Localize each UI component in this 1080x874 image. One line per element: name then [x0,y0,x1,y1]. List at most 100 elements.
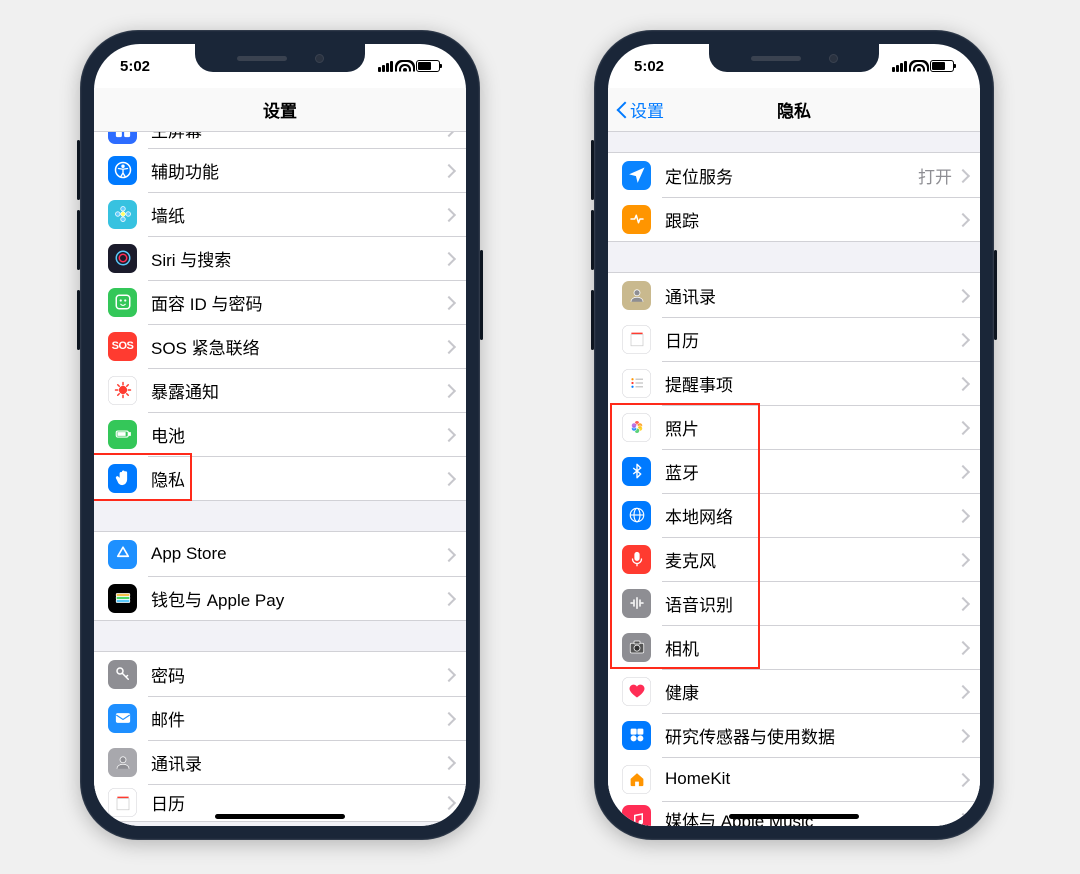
virus-icon [108,376,137,405]
chevron-right-icon [958,773,966,786]
chevron-right-icon [444,252,452,265]
row-sos[interactable]: SOSSOS 紧急联络 [94,324,466,368]
chevron-right-icon [958,213,966,226]
row-homekit[interactable]: HomeKit [608,757,980,801]
row-contacts[interactable]: 通讯录 [94,740,466,784]
row-label: 麦克风 [665,547,958,572]
photos-icon [622,413,651,442]
back-button[interactable]: 设置 [616,88,664,131]
row-label: 定位服务 [665,163,918,188]
chevron-right-icon [444,796,452,809]
cell-signal-icon [378,61,393,72]
chevron-right-icon [958,333,966,346]
row-location[interactable]: 定位服务打开 [608,153,980,197]
row-photos[interactable]: 照片 [608,405,980,449]
row-bluetooth[interactable]: 蓝牙 [608,449,980,493]
loc-icon [622,161,651,190]
row-label: 相机 [665,635,958,660]
row-mail[interactable]: 邮件 [94,696,466,740]
chevron-right-icon [444,384,452,397]
row-tracking[interactable]: 跟踪 [608,197,980,241]
row-battery[interactable]: 电池 [94,412,466,456]
home-indicator[interactable] [729,814,859,819]
row-label: 主屏幕 [151,132,444,142]
row-wallpaper[interactable]: 墙纸 [94,192,466,236]
siri-icon [108,244,137,273]
chevron-right-icon [958,685,966,698]
chevron-right-icon [444,208,452,221]
row-label: 语音识别 [665,591,958,616]
mail-icon [108,704,137,733]
bt-icon [622,457,651,486]
screen-left: 5:02 设置 主屏幕辅助功能墙纸Siri 与搜索面容 ID 与密码SOSSOS… [94,44,466,826]
heart-icon [622,677,651,706]
chevron-right-icon [958,377,966,390]
chevron-right-icon [444,472,452,485]
row-label: 面容 ID 与密码 [151,290,444,315]
row-label: 隐私 [151,466,444,491]
chevron-right-icon [958,553,966,566]
chevron-right-icon [444,756,452,769]
home-indicator[interactable] [215,814,345,819]
row-wallet[interactable]: 钱包与 Apple Pay [94,576,466,620]
row-homescreen[interactable]: 主屏幕 [94,132,466,148]
row-research[interactable]: 研究传感器与使用数据 [608,713,980,757]
row-contacts2[interactable]: 通讯录 [608,273,980,317]
row-localnet[interactable]: 本地网络 [608,493,980,537]
row-label: Siri 与搜索 [151,246,444,271]
row-speech[interactable]: 语音识别 [608,581,980,625]
settings-list[interactable]: 主屏幕辅助功能墙纸 Siri 与搜索面容 ID 与密码 SOSSOS 紧急联络暴露通… [94,132,466,826]
row-label: 辅助功能 [151,158,444,183]
row-label: 邮件 [151,706,444,731]
chevron-right-icon [958,509,966,522]
row-camera[interactable]: 相机 [608,625,980,669]
row-label: 密码 [151,662,444,687]
status-time: 5:02 [634,58,664,75]
flower-icon [108,200,137,229]
row-appstore[interactable]: App Store [94,532,466,576]
access-icon [108,156,137,185]
nav-bar: 设置 隐私 [608,88,980,132]
row-reminders[interactable]: 提醒事项 [608,361,980,405]
row-faceid[interactable]: 面容 ID 与密码 [94,280,466,324]
key-icon [108,660,137,689]
row-label: 暴露通知 [151,378,444,403]
grid-icon [108,132,137,144]
hand-icon [108,464,137,493]
chevron-right-icon [958,641,966,654]
row-mic[interactable]: 麦克风 [608,537,980,581]
row-privacy[interactable]: 隐私 [94,456,466,500]
privacy-list[interactable]: 定位服务打开跟踪通讯录1日历提醒事项照片蓝牙本地网络麦克风语音识别相机健康研究传… [608,132,980,826]
row-passwords[interactable]: 密码 [94,652,466,696]
contacts-icon [108,748,137,777]
back-label: 设置 [630,97,664,122]
chevron-right-icon [444,668,452,681]
battery-icon [416,60,440,72]
row-health[interactable]: 健康 [608,669,980,713]
chevron-right-icon [444,592,452,605]
row-exposure[interactable]: 暴露通知 [94,368,466,412]
phone-frame-right: 5:02 设置 隐私 定位服务打开跟踪通讯录1日历提醒事项照片蓝牙本地网络麦克风… [594,30,994,840]
chevron-right-icon [444,548,452,561]
battery-icon [108,420,137,449]
row-label: 健康 [665,679,958,704]
globe-icon [622,501,651,530]
chevron-left-icon [616,100,628,120]
wifi-icon [911,61,926,72]
notch [709,44,879,72]
status-indicators [892,60,954,72]
page-title: 隐私 [777,97,811,122]
row-label: 蓝牙 [665,459,958,484]
camera-icon [622,633,651,662]
chevron-right-icon [444,712,452,725]
row-siri[interactable]: Siri 与搜索 [94,236,466,280]
page-title: 设置 [263,97,297,122]
chevron-right-icon [958,813,966,826]
battery-icon [930,60,954,72]
list-icon [622,369,651,398]
row-accessibility[interactable]: 辅助功能 [94,148,466,192]
row-calendar2[interactable]: 1日历 [608,317,980,361]
mic-icon [622,545,651,574]
row-label: 本地网络 [665,503,958,528]
row-label: 墙纸 [151,202,444,227]
